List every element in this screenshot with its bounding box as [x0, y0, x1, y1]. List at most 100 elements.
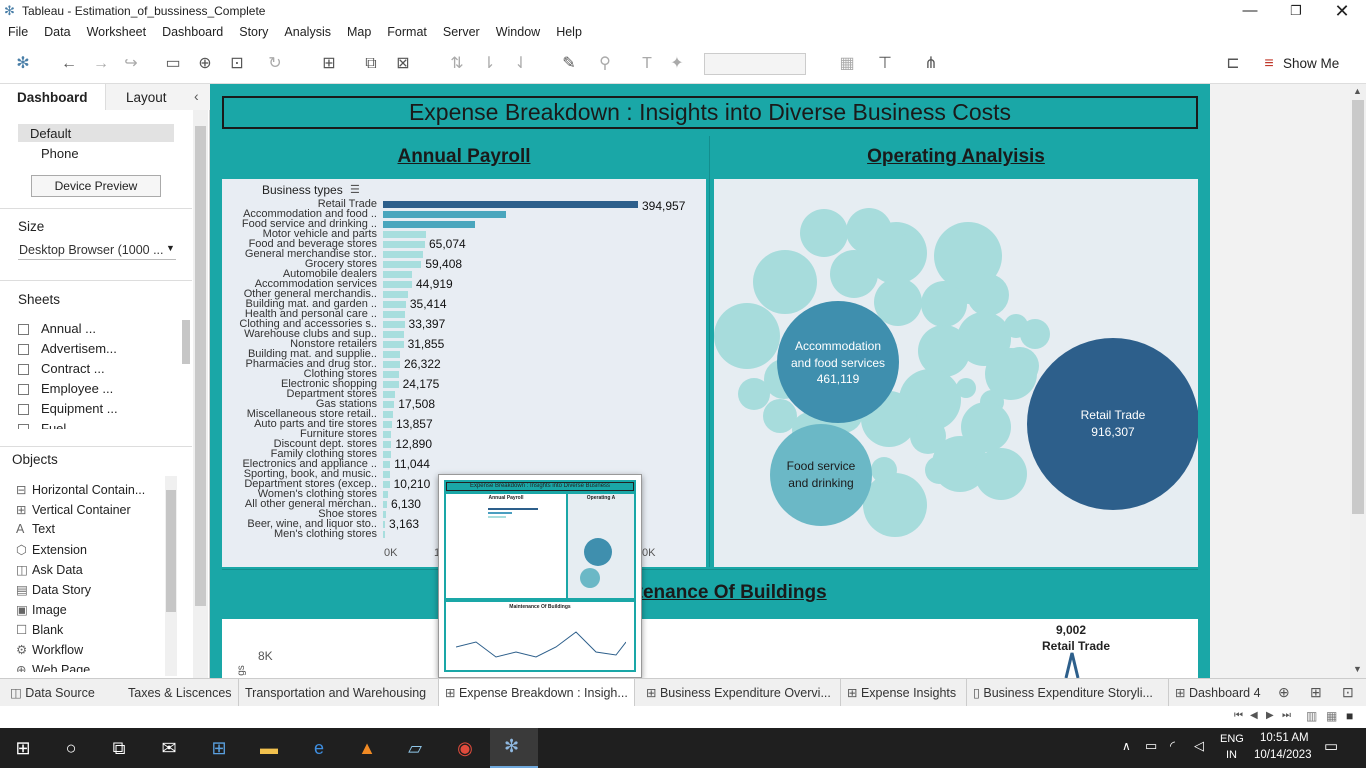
refresh-icon[interactable]: ↻: [264, 54, 286, 74]
payroll-bar[interactable]: [383, 411, 393, 418]
sheet-item-annual[interactable]: Annual ...: [18, 321, 96, 336]
operating-bubble[interactable]: [871, 457, 897, 483]
menu-format[interactable]: Format: [379, 22, 435, 39]
payroll-bar[interactable]: [383, 221, 476, 228]
payroll-bar[interactable]: [383, 471, 390, 478]
show-filmstrip-icon[interactable]: ▥: [1306, 709, 1317, 723]
payroll-bar[interactable]: [383, 481, 390, 488]
new-story-tab-icon[interactable]: ⊡: [1342, 684, 1354, 701]
sheet-item-employee[interactable]: Employee ...: [18, 381, 113, 396]
object-ask-data[interactable]: ◫ Ask Data: [16, 562, 83, 577]
tab-expense-insights[interactable]: ⊞ Expense Insights: [840, 679, 962, 707]
object-web-page[interactable]: ⊕ Web Page: [16, 662, 90, 672]
payroll-bar[interactable]: [383, 281, 412, 288]
show-tabs-icon[interactable]: ■: [1346, 709, 1353, 723]
menu-data[interactable]: Data: [36, 22, 78, 39]
operating-bubble[interactable]: [874, 278, 922, 326]
sort-descending-icon[interactable]: ⇃: [510, 54, 532, 74]
payroll-bar[interactable]: [383, 231, 426, 238]
device-default[interactable]: Default: [18, 124, 174, 142]
payroll-bar[interactable]: [383, 401, 395, 408]
format-painter-icon[interactable]: ⊏: [1222, 54, 1244, 74]
show-cards-icon[interactable]: ▦: [836, 54, 858, 74]
object-blank[interactable]: ☐ Blank: [16, 622, 63, 637]
payroll-bar[interactable]: [383, 511, 386, 518]
operating-bubble[interactable]: [865, 222, 927, 284]
mail-icon[interactable]: ✉: [156, 736, 182, 760]
object-text[interactable]: A Text: [16, 522, 55, 536]
canvas-scroll-thumb[interactable]: [1352, 100, 1364, 514]
collapse-pane-icon[interactable]: ‹: [194, 88, 199, 104]
show-sheet-sorter-icon[interactable]: ▦: [1326, 709, 1337, 723]
payroll-bar[interactable]: [383, 521, 386, 528]
operating-bubble[interactable]: [916, 422, 940, 446]
share-icon[interactable]: ⋔: [920, 54, 942, 74]
menu-map[interactable]: Map: [339, 22, 379, 39]
pause-updates-icon[interactable]: ⊡: [226, 54, 248, 74]
object-image[interactable]: ▣ Image: [16, 602, 67, 617]
payroll-bar[interactable]: [383, 501, 387, 508]
previous-tab-icon[interactable]: ◀: [1250, 710, 1258, 721]
operating-bubble[interactable]: [1027, 338, 1199, 510]
undo-icon[interactable]: ←: [58, 54, 80, 74]
payroll-bar[interactable]: [383, 311, 405, 318]
tab-expense-breakdown[interactable]: ⊞ Expense Breakdown : Insigh...: [438, 679, 635, 707]
operating-bubble[interactable]: [770, 424, 872, 526]
operating-bubble[interactable]: [1001, 347, 1039, 385]
payroll-bar[interactable]: [383, 451, 391, 458]
sort-icon[interactable]: ☰: [350, 183, 360, 196]
replay-icon[interactable]: ↪: [120, 54, 142, 74]
new-worksheet-icon[interactable]: ⊞: [318, 54, 340, 74]
device-phone[interactable]: Phone: [41, 146, 79, 161]
payroll-bar[interactable]: [383, 321, 405, 328]
object-workflow[interactable]: ⚙ Workflow: [16, 642, 83, 657]
objects-scrollbar[interactable]: [165, 476, 177, 676]
sheet-item-equipment[interactable]: Equipment ...: [18, 401, 118, 416]
operating-bubble-chart[interactable]: Retail Trade 916,307 Accommodation and food…: [714, 179, 1199, 567]
payroll-bar[interactable]: [383, 491, 388, 498]
operating-bubble[interactable]: [1020, 319, 1050, 349]
show-me-button[interactable]: Show Me: [1283, 56, 1339, 71]
menu-story[interactable]: Story: [231, 22, 276, 39]
sort-ascending-icon[interactable]: ⇂: [478, 54, 500, 74]
operating-bubble[interactable]: [863, 473, 927, 537]
new-dashboard-tab-icon[interactable]: ⊞: [1310, 684, 1322, 701]
object-data-story[interactable]: ▤ Data Story: [16, 582, 91, 597]
chrome-icon[interactable]: ◉: [452, 736, 478, 760]
operating-bubble[interactable]: [960, 286, 978, 304]
object-horizontal-container[interactable]: ⊟ Horizontal Contain...: [16, 482, 145, 497]
menu-analysis[interactable]: Analysis: [276, 22, 339, 39]
wifi-icon[interactable]: ◜: [1170, 738, 1175, 754]
last-tab-icon[interactable]: ⏭: [1282, 710, 1291, 721]
windows-start-icon[interactable]: ⊞: [10, 736, 36, 760]
canvas-scrollbar[interactable]: ▲ ▼: [1350, 84, 1366, 678]
app-icon[interactable]: ▱: [402, 736, 428, 760]
taskbar-tableau[interactable]: ✻: [490, 728, 538, 768]
tab-transportation[interactable]: Transportation and Warehousing: [238, 679, 432, 707]
clock-date[interactable]: 10/14/2023: [1254, 749, 1312, 761]
size-dropdown[interactable]: Desktop Browser (1000 ... ▼: [18, 240, 176, 260]
search-icon[interactable]: ○: [58, 736, 84, 760]
object-extension[interactable]: ⬡ Extension: [16, 542, 87, 557]
payroll-bar[interactable]: [383, 391, 396, 398]
duplicate-icon[interactable]: ⧉: [360, 54, 382, 74]
scroll-up-icon[interactable]: ▲: [1353, 86, 1362, 96]
payroll-bar[interactable]: [383, 341, 404, 348]
operating-bubble[interactable]: [897, 234, 919, 256]
redo-icon[interactable]: →: [90, 54, 112, 74]
first-tab-icon[interactable]: ⏮: [1234, 710, 1243, 721]
menu-help[interactable]: Help: [548, 22, 590, 39]
maintenance-chart[interactable]: 8K gs 9,002 Retail Trade: [222, 619, 1198, 678]
tab-taxes[interactable]: Taxes & Liscences: [122, 679, 238, 707]
payroll-bar[interactable]: [383, 361, 400, 368]
battery-icon[interactable]: ▭: [1145, 738, 1157, 754]
payroll-bar[interactable]: [383, 381, 399, 388]
device-preview-button[interactable]: Device Preview: [31, 175, 161, 197]
payroll-bar[interactable]: [383, 271, 413, 278]
payroll-bar[interactable]: [383, 441, 392, 448]
tab-layout[interactable]: Layout ‹: [105, 84, 210, 110]
payroll-bar[interactable]: [383, 201, 638, 208]
tab-dashboard[interactable]: Dashboard: [0, 84, 105, 110]
next-tab-icon[interactable]: ▶: [1266, 710, 1274, 721]
operating-bubble[interactable]: [753, 250, 817, 314]
